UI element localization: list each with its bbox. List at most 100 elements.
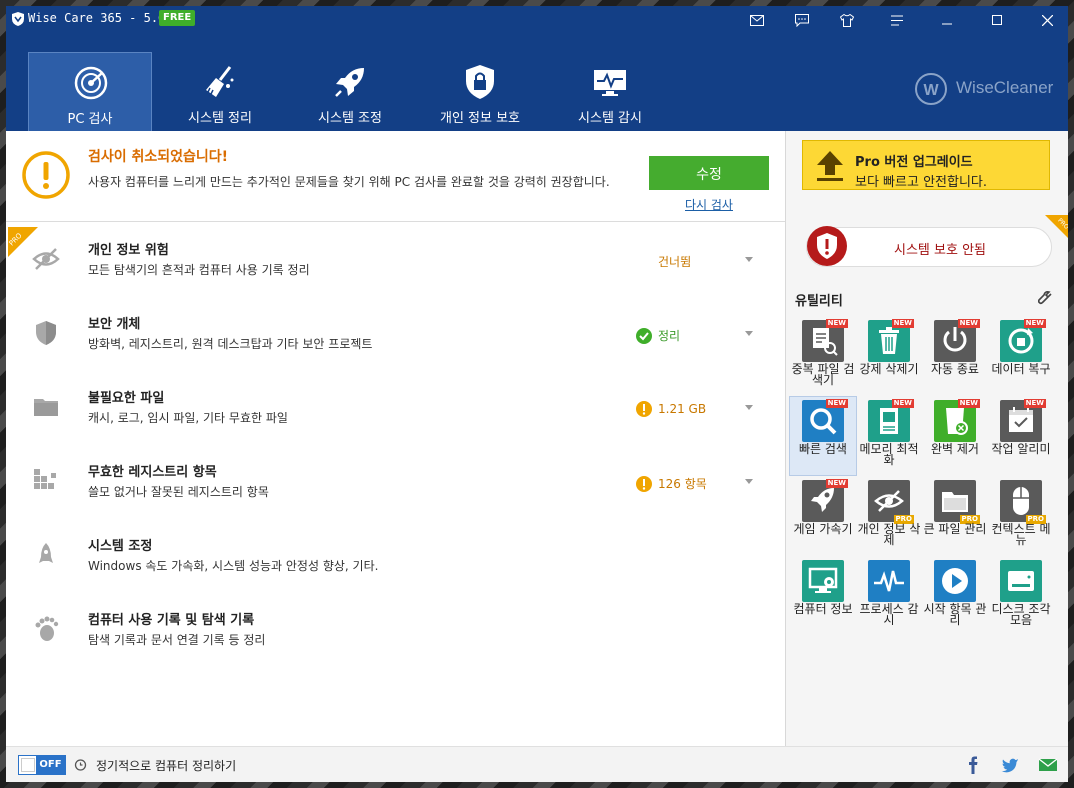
utility-tile[interactable]: NEW 강제 삭제기 [856, 317, 922, 395]
tile-label: 강제 삭제기 [859, 362, 919, 376]
chevron-down-icon[interactable] [745, 479, 753, 484]
item-title: 시스템 조정 [88, 539, 153, 554]
feedback-icon[interactable] [791, 10, 813, 30]
lock-shield-icon [466, 65, 494, 99]
tab-label: 개인 정보 보호 [439, 111, 521, 126]
registry-blocks-icon [32, 467, 60, 495]
title-bar: Wise Care 365 - 5.6.6 FREE [6, 6, 1068, 34]
utility-tile[interactable]: 시작 항목 관리 [922, 557, 988, 635]
chevron-down-icon[interactable] [745, 257, 753, 262]
tab-privacy[interactable]: 개인 정보 보호 [418, 52, 542, 131]
scan-item[interactable]: PRO 개인 정보 위험 모든 탐색기의 흔적과 컴퓨터 사용 기록 정리 건너… [6, 225, 785, 299]
item-status: 126 항목 [636, 475, 707, 492]
alert-title: 검사이 취소되었습니다! [88, 149, 229, 165]
new-badge: NEW [825, 479, 848, 488]
tab-system-monitor[interactable]: 시스템 감시 [548, 52, 672, 131]
radar-icon [74, 66, 108, 100]
tile-label: 디스크 조각 모음 [991, 602, 1051, 627]
scan-results-panel: 검사이 취소되었습니다! 사용자 컴퓨터를 느리게 만드는 추가적인 문제들을 … [6, 131, 785, 746]
utility-tile[interactable]: PRO 큰 파일 관리 [922, 477, 988, 555]
item-description: 쓸모 없거나 잘못된 레지스트리 항목 [88, 485, 269, 499]
tile-label: 개인 정보 삭제 [857, 522, 921, 547]
item-description: 탐색 기록과 문서 연결 기록 등 정리 [88, 633, 266, 647]
item-title: 컴퓨터 사용 기록 및 탐색 기록 [88, 613, 255, 628]
new-badge: NEW [825, 399, 848, 408]
shield-icon [32, 319, 60, 347]
utility-tile[interactable]: PRO 컨텍스트 메뉴 [988, 477, 1054, 555]
utility-tile[interactable]: NEW 게임 가속기 [790, 477, 856, 555]
toggle-state: OFF [36, 756, 65, 774]
alert-description: 사용자 컴퓨터를 느리게 만드는 추가적인 문제들을 찾기 위해 PC 검사를 … [88, 175, 610, 189]
tile-label: 완벽 제거 [931, 442, 979, 456]
wrench-icon[interactable] [1038, 291, 1052, 305]
new-badge: NEW [957, 319, 980, 328]
item-description: Windows 속도 가속화, 시스템 성능과 안정성 향상, 기타. [88, 559, 379, 573]
utility-tile[interactable]: NEW 작업 알리미 [988, 397, 1054, 475]
utility-tile[interactable]: NEW 중복 파일 검색기 [790, 317, 856, 395]
footprint-icon [32, 615, 60, 643]
wisecleaner-logo-icon: W [915, 73, 947, 105]
new-badge: NEW [891, 319, 914, 328]
item-title: 보안 개체 [88, 317, 141, 332]
warning-circle-icon [636, 475, 652, 492]
chevron-down-icon[interactable] [745, 405, 753, 410]
utility-tile[interactable]: NEW 자동 종료 [922, 317, 988, 395]
tile-label: 데이터 복구 [991, 362, 1051, 376]
twitter-icon[interactable] [1001, 756, 1019, 774]
shirt-icon[interactable] [836, 10, 858, 30]
maximize-icon[interactable] [986, 10, 1008, 30]
tab-label: 시스템 조정 [318, 111, 382, 126]
schedule-toggle[interactable]: OFF [18, 755, 66, 775]
tile-label: 프로세스 감시 [859, 602, 919, 627]
warning-circle-icon [22, 151, 70, 199]
tab-system-tuning[interactable]: 시스템 조정 [288, 52, 412, 131]
schedule-text: 정기적으로 컴퓨터 정리하기 [96, 759, 237, 773]
utility-tile[interactable]: NEW 완벽 제거 [922, 397, 988, 475]
item-status: 정리 [636, 327, 680, 344]
svg-text:W: W [923, 82, 939, 99]
scan-item[interactable]: 무효한 레지스트리 항목 쓸모 없거나 잘못된 레지스트리 항목 126 항목 [6, 447, 785, 521]
facebook-icon[interactable] [964, 756, 982, 774]
tile-label: 시작 항목 관리 [923, 602, 987, 627]
mail-icon[interactable] [746, 10, 768, 30]
chevron-down-icon[interactable] [745, 331, 753, 336]
utility-tile[interactable]: NEW 빠른 검색 [789, 396, 857, 476]
folder-icon [32, 393, 60, 421]
rescan-link[interactable]: 다시 검사 [649, 196, 769, 213]
protection-status[interactable]: PRO 시스템 보호 안됨 [786, 209, 1068, 279]
utility-tile[interactable]: NEW 데이터 복구 [988, 317, 1054, 395]
tile-label: 빠른 검색 [799, 442, 847, 456]
scan-item[interactable]: 보안 개체 방화벽, 레지스트리, 원격 데스크탑과 기타 보안 프로젝트 정리 [6, 299, 785, 373]
scan-item[interactable]: 시스템 조정 Windows 속도 가속화, 시스템 성능과 안정성 향상, 기… [6, 521, 785, 595]
close-icon[interactable] [1036, 10, 1058, 30]
tile-label: 게임 가속기 [793, 522, 853, 536]
monitor-pulse-icon [594, 70, 626, 96]
tile-label: 메모리 최적화 [859, 442, 919, 467]
menu-icon[interactable] [886, 10, 908, 30]
header: Wise Care 365 - 5.6.6 FREE PC 검사 시스템 정리 … [6, 6, 1068, 131]
tile-label: 작업 알리미 [991, 442, 1051, 456]
email-icon[interactable] [1039, 756, 1057, 774]
tab-label: 시스템 정리 [188, 111, 252, 126]
tile-label: 컨텍스트 메뉴 [991, 522, 1051, 547]
upgrade-pro-banner[interactable]: Pro 버전 업그레이드 보다 빠르고 안전합니다. [802, 140, 1050, 190]
tile-label: 중복 파일 검색기 [791, 362, 855, 387]
rocket-small-icon [32, 541, 60, 569]
utility-tile[interactable]: 디스크 조각 모음 [988, 557, 1054, 635]
utilities-title: 유틸리티 [795, 294, 843, 309]
utility-tile[interactable]: 프로세스 감시 [856, 557, 922, 635]
tab-label: 시스템 감시 [578, 111, 642, 126]
utility-tile[interactable]: 컴퓨터 정보 [790, 557, 856, 635]
upgrade-subtitle: 보다 빠르고 안전합니다. [855, 175, 987, 190]
minimize-icon[interactable] [936, 10, 958, 30]
tab-pc-scan[interactable]: PC 검사 [28, 52, 152, 131]
fix-button[interactable]: 수정 [649, 156, 769, 190]
utility-tile[interactable]: PRO 개인 정보 삭제 [856, 477, 922, 555]
scan-item[interactable]: 컴퓨터 사용 기록 및 탐색 기록 탐색 기록과 문서 연결 기록 등 정리 [6, 595, 785, 669]
utility-tile[interactable]: NEW 메모리 최적화 [856, 397, 922, 475]
item-description: 모든 탐색기의 흔적과 컴퓨터 사용 기록 정리 [88, 263, 310, 277]
window-title: Wise Care 365 - 5.6.6 [28, 11, 180, 25]
tab-system-cleanup[interactable]: 시스템 정리 [158, 52, 282, 131]
side-panel: Pro 버전 업그레이드 보다 빠르고 안전합니다. PRO 시스템 보호 안됨… [785, 131, 1068, 746]
scan-item[interactable]: 불필요한 파일 캐시, 로그, 임시 파일, 기타 무효한 파일 1.21 GB [6, 373, 785, 447]
